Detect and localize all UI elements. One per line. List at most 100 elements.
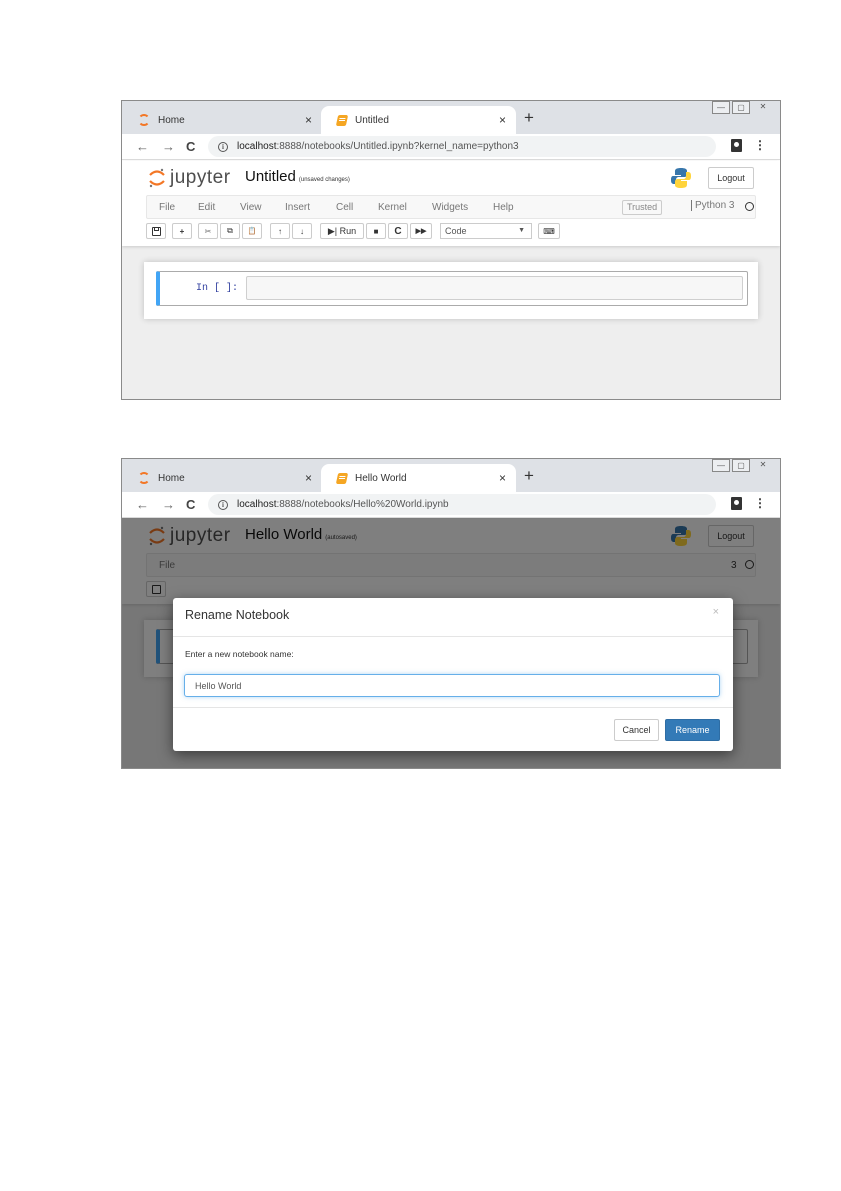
stop-icon: ■ (373, 226, 379, 236)
tab-label: Hello World (355, 472, 407, 484)
rename-button[interactable]: Rename (665, 719, 720, 741)
menu-kernel[interactable]: Kernel (378, 202, 407, 213)
extension-icon[interactable] (731, 139, 742, 152)
browser-menu-icon[interactable]: ⋮ (754, 496, 766, 510)
menu-widgets[interactable]: Widgets (432, 202, 468, 213)
notebook-toolbar: + ✂ ⧉ 📋 ↑ ↓ ▶| Run ■ C ▶▶ Code ▼ ⌨ (146, 223, 756, 241)
dialog-title: Rename Notebook (185, 608, 290, 622)
tab-label: Untitled (355, 114, 389, 126)
menu-cell[interactable]: Cell (336, 202, 353, 213)
info-icon[interactable]: i (218, 499, 228, 510)
url-host: localhost (237, 141, 277, 152)
cell-type-select[interactable]: Code ▼ (440, 223, 532, 239)
notebook-title[interactable]: Untitled (unsaved changes) (245, 168, 350, 185)
notebook-name-input[interactable] (184, 674, 720, 697)
arrow-up-icon: ↑ (278, 226, 282, 236)
menu-view[interactable]: View (240, 202, 262, 213)
command-palette-button[interactable]: ⌨ (538, 223, 560, 239)
run-label: ▶| Run (327, 225, 357, 236)
new-tab-button[interactable]: + (524, 109, 534, 126)
back-arrow-icon[interactable]: ← (136, 497, 149, 512)
new-tab-button[interactable]: + (524, 467, 534, 484)
cancel-button[interactable]: Cancel (614, 719, 659, 741)
restart-icon: C (394, 225, 402, 237)
paste-icon: 📋 (247, 228, 257, 235)
notebook-name-label: Enter a new notebook name: (185, 649, 294, 659)
chevron-down-icon: ▼ (518, 227, 525, 234)
jupyter-logo-icon[interactable] (148, 166, 166, 190)
close-tab-icon[interactable]: × (305, 113, 312, 127)
notebook-icon (335, 114, 349, 126)
tab-home[interactable]: Home × (122, 464, 322, 492)
url-path: :8888/notebooks/Hello%20World.ipynb (276, 499, 449, 510)
floppy-icon (151, 226, 161, 236)
close-window-button[interactable]: ✕ (752, 459, 774, 472)
run-all-button[interactable]: ▶▶ (410, 223, 432, 239)
browser-menu-icon[interactable]: ⋮ (754, 138, 766, 152)
save-status: (unsaved changes) (298, 177, 350, 183)
maximize-button[interactable]: ▢ (732, 101, 750, 114)
copy-button[interactable]: ⧉ (220, 223, 240, 239)
menu-insert[interactable]: Insert (285, 202, 310, 213)
tab-strip: Home × Untitled × + — ▢ ✕ (122, 101, 780, 134)
forward-arrow-icon[interactable]: → (162, 497, 175, 512)
reload-icon[interactable]: C (186, 139, 195, 154)
kernel-name[interactable]: Python 3 (691, 200, 734, 211)
menu-help[interactable]: Help (493, 202, 514, 213)
copy-icon: ⧉ (227, 226, 233, 235)
notebook-container: In [ ]: (144, 262, 758, 319)
tab-hello-world[interactable]: Hello World × (321, 464, 516, 492)
plus-icon: + (179, 226, 185, 236)
trusted-indicator[interactable]: Trusted (622, 200, 663, 215)
jupyter-header: jupyter Untitled (unsaved changes) Logout… (122, 161, 780, 246)
cell-prompt: In [ ]: (196, 283, 239, 294)
divider (173, 636, 733, 637)
save-button[interactable] (146, 223, 166, 239)
cut-button[interactable]: ✂ (198, 223, 218, 239)
notebook-menubar: File Edit View Insert Cell Kernel Widget… (146, 195, 756, 219)
close-tab-icon[interactable]: × (499, 113, 506, 127)
run-button[interactable]: ▶| Run (320, 223, 364, 239)
jupyter-brand[interactable]: jupyter (170, 167, 231, 189)
close-window-button[interactable]: ✕ (752, 101, 774, 114)
notebook-icon (335, 472, 349, 484)
code-cell[interactable]: In [ ]: (156, 271, 748, 306)
menu-file[interactable]: File (159, 202, 175, 213)
url-field[interactable]: i localhost :8888/notebooks/Hello%20Worl… (208, 494, 716, 515)
notebook-name[interactable]: Untitled (245, 168, 296, 185)
address-bar-row: ← → C i localhost :8888/notebooks/Untitl… (122, 134, 780, 160)
logout-button[interactable]: Logout (708, 167, 754, 189)
forward-arrow-icon[interactable]: → (162, 139, 175, 154)
info-icon[interactable]: i (218, 141, 228, 152)
restart-button[interactable]: C (388, 223, 408, 239)
tab-strip: Home × Hello World × + — ▢ ✕ (122, 459, 780, 492)
close-icon[interactable]: × (713, 606, 719, 618)
window-controls: — ▢ ✕ (710, 459, 774, 472)
kernel-status-icon (745, 202, 754, 211)
move-down-button[interactable]: ↓ (292, 223, 312, 239)
close-tab-icon[interactable]: × (305, 471, 312, 485)
address-bar-row: ← → C i localhost :8888/notebooks/Hello%… (122, 492, 780, 518)
minimize-button[interactable]: — (712, 459, 730, 472)
close-tab-icon[interactable]: × (499, 471, 506, 485)
paste-button[interactable]: 📋 (242, 223, 262, 239)
tab-home[interactable]: Home × (122, 106, 322, 134)
tab-untitled[interactable]: Untitled × (321, 106, 516, 134)
modal-backdrop[interactable]: Rename Notebook × Enter a new notebook n… (122, 518, 780, 768)
browser-window-hello-world: Home × Hello World × + — ▢ ✕ ← → C i loc… (121, 458, 781, 769)
menu-edit[interactable]: Edit (198, 202, 215, 213)
insert-cell-button[interactable]: + (172, 223, 192, 239)
interrupt-button[interactable]: ■ (366, 223, 386, 239)
cell-input[interactable] (246, 276, 743, 300)
move-up-button[interactable]: ↑ (270, 223, 290, 239)
arrow-down-icon: ↓ (300, 226, 304, 236)
divider (173, 707, 733, 708)
maximize-button[interactable]: ▢ (732, 459, 750, 472)
reload-icon[interactable]: C (186, 497, 195, 512)
url-field[interactable]: i localhost :8888/notebooks/Untitled.ipy… (208, 136, 716, 157)
back-arrow-icon[interactable]: ← (136, 139, 149, 154)
url-path: :8888/notebooks/Untitled.ipynb?kernel_na… (276, 141, 519, 152)
fast-forward-icon: ▶▶ (415, 228, 427, 235)
extension-icon[interactable] (731, 497, 742, 510)
minimize-button[interactable]: — (712, 101, 730, 114)
